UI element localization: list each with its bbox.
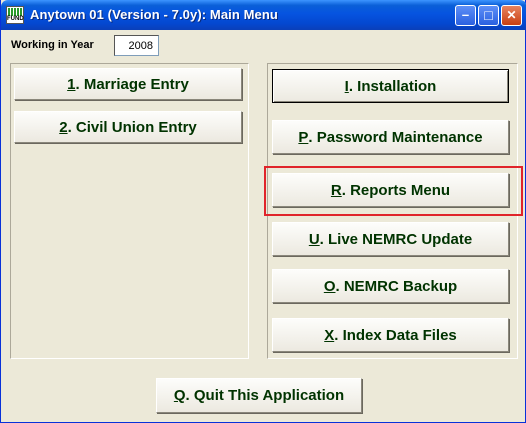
- quit-hotkey: Q: [173, 387, 186, 404]
- marriage-entry-label: . Marriage Entry: [75, 75, 189, 93]
- password-maintenance-button[interactable]: P. Password Maintenance: [272, 120, 509, 154]
- window-title: Anytown 01 (Version - 7.0y): Main Menu: [30, 7, 278, 22]
- app-icon-graphic: [8, 8, 22, 16]
- nemrc-backup-hotkey: O: [323, 277, 336, 295]
- quit-application-button[interactable]: Q. Quit This Application: [156, 378, 362, 413]
- index-data-files-button[interactable]: X. Index Data Files: [272, 318, 509, 352]
- close-icon: ✕: [506, 8, 517, 22]
- index-data-files-label: . Index Data Files: [334, 326, 457, 344]
- installation-button[interactable]: I. Installation: [272, 69, 509, 103]
- app-icon-label: FUND: [7, 16, 24, 22]
- installation-label: . Installation: [348, 77, 437, 95]
- marriage-entry-hotkey: 1: [67, 75, 76, 93]
- app-fund-icon[interactable]: FUND: [6, 6, 24, 24]
- quit-label: . Quit This Application: [185, 387, 345, 404]
- maximize-button[interactable]: □: [478, 5, 499, 26]
- civil-union-entry-hotkey: 2: [59, 118, 68, 136]
- index-data-files-hotkey: X: [324, 326, 335, 344]
- live-nemrc-update-label: . Live NEMRC Update: [319, 230, 473, 248]
- main-menu-window: FUND Anytown 01 (Version - 7.0y): Main M…: [0, 0, 526, 423]
- title-bar[interactable]: FUND Anytown 01 (Version - 7.0y): Main M…: [1, 0, 526, 30]
- marriage-entry-button[interactable]: 1. Marriage Entry: [14, 68, 242, 100]
- close-button[interactable]: ✕: [501, 5, 522, 26]
- working-year-label: Working in Year: [11, 39, 94, 51]
- password-maintenance-hotkey: P: [298, 128, 309, 146]
- civil-union-entry-button[interactable]: 2. Civil Union Entry: [14, 111, 242, 143]
- left-menu-panel: [10, 63, 249, 359]
- working-year-input[interactable]: 2008: [114, 35, 159, 56]
- reports-menu-highlight: [264, 166, 523, 216]
- password-maintenance-label: . Password Maintenance: [308, 128, 483, 146]
- maximize-icon: □: [484, 7, 493, 23]
- minimize-button[interactable]: –: [455, 5, 476, 26]
- civil-union-entry-label: . Civil Union Entry: [67, 118, 197, 136]
- nemrc-backup-label: . NEMRC Backup: [335, 277, 458, 295]
- live-nemrc-update-button[interactable]: U. Live NEMRC Update: [272, 222, 509, 256]
- minimize-icon: –: [461, 7, 470, 22]
- live-nemrc-update-hotkey: U: [308, 230, 320, 248]
- nemrc-backup-button[interactable]: O. NEMRC Backup: [272, 269, 509, 303]
